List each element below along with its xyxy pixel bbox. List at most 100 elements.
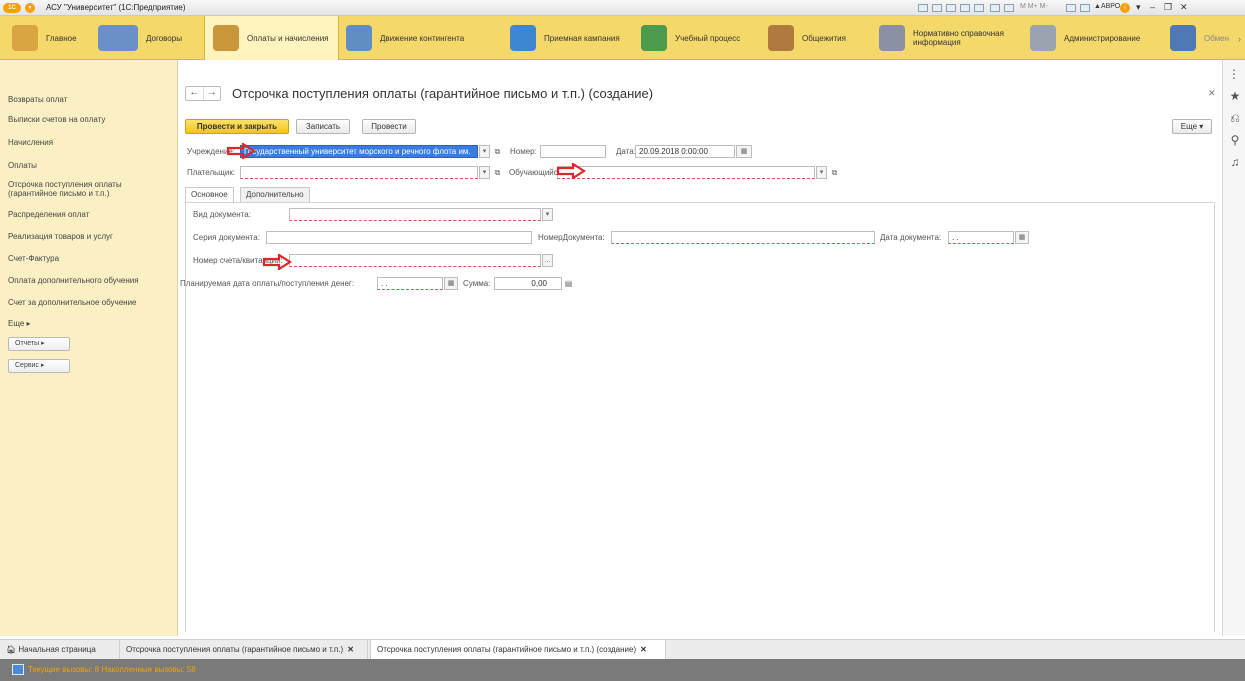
section-education[interactable]: Учебный процесс [641,16,756,60]
date-field[interactable]: 20.09.2018 0:00:00 [635,145,735,158]
open-windows-bar: 🏠︎ Начальная страница Отсрочка поступлен… [0,639,1245,659]
sum-calculator-icon[interactable]: ▤ [562,277,575,290]
number-field[interactable] [540,145,606,158]
nav-item-refunds[interactable]: Возвраты оплат [8,95,173,104]
minimize-icon[interactable]: – [1150,2,1155,12]
save-button[interactable]: Записать [296,119,350,134]
dropdown-icon[interactable]: ▾ [1136,2,1141,13]
date-calendar-icon[interactable]: ▦ [736,145,752,158]
payer-dropdown-icon[interactable]: ▾ [479,166,490,179]
doc-series-field[interactable] [266,231,532,244]
doc-date-field[interactable]: . . [948,231,1014,244]
nav-item-invoice[interactable]: Счет-Фактура [8,254,173,263]
bell-icon[interactable]: ♫ [1228,155,1242,169]
sections-scroll-right-icon[interactable]: › [1238,34,1241,44]
reports-button[interactable]: Отчеты ▸ [8,337,70,351]
student-dropdown-icon[interactable]: ▾ [816,166,827,179]
section-dormitory[interactable]: Общежития [768,16,863,60]
people-icon [346,25,372,51]
calculator-icon[interactable] [1004,4,1014,12]
section-contracts[interactable]: Договоры [98,16,198,60]
more-actions-button[interactable]: Еще ▾ [1172,119,1212,134]
institution-open-icon[interactable]: ⧉ [491,145,504,158]
service-button[interactable]: Сервис ▸ [8,359,70,373]
payer-label: Плательщик: [187,168,236,177]
abacus-icon [213,25,239,51]
close-tab-icon[interactable]: ✕ [347,645,354,654]
number-label: Номер: [510,147,537,156]
nav-more[interactable]: Еще ▸ [8,319,173,328]
calendar-icon[interactable] [990,4,1000,12]
handshake-icon [98,25,138,51]
section-reference[interactable]: Нормативно справочная информация [879,16,1014,60]
nav-item-distributions[interactable]: Распределения оплат [8,210,173,219]
1c-logo-icon: 1С [3,3,21,13]
invoice-select-icon[interactable]: … [542,254,553,267]
sum-field[interactable]: 0,00 [494,277,562,290]
info-icon[interactable]: i [1120,3,1130,13]
history-icon[interactable]: ⎌ [1228,111,1242,125]
open-tab-current[interactable]: Отсрочка поступления оплаты (гарантийное… [370,640,666,659]
sections-panel: Главное Договоры Оплаты и начисления Дви… [0,16,1245,60]
grid-menu-icon[interactable]: ⋮⋮ [1228,67,1245,81]
search-icon[interactable]: ⚲ [1228,133,1242,147]
tab-additional[interactable]: Дополнительно [240,187,310,202]
form-close-icon[interactable]: ✕ [1208,88,1216,99]
nav-item-extra-bill[interactable]: Счет за дополнительное обучение [8,298,173,307]
section-exchange[interactable]: Обмен [1170,16,1240,60]
planned-date-calendar-icon[interactable]: ▦ [444,277,458,290]
blackboard-icon [641,25,667,51]
section-admission[interactable]: Приемная кампания [510,16,630,60]
copy-icon[interactable] [974,4,984,12]
nav-item-payments[interactable]: Оплаты [8,161,173,170]
user-icon: ▲ [1094,3,1101,10]
window-title: АСУ "Университет" (1С:Предприятие) [46,3,186,12]
nav-item-sales[interactable]: Реализация товаров и услуг [8,232,173,241]
screen-icon[interactable] [1080,4,1090,12]
payer-open-icon[interactable]: ⧉ [491,166,504,179]
post-button[interactable]: Провести [362,119,416,134]
link-icon[interactable] [946,4,956,12]
history-nav[interactable]: ← → [185,86,221,101]
restore-icon[interactable]: ❐ [1164,2,1172,13]
forward-arrow-icon[interactable]: → [202,87,221,100]
section-navigation: Возвраты оплат Выписки счетов на оплату … [0,60,178,636]
invoice-field[interactable] [289,254,541,267]
doc-date-calendar-icon[interactable]: ▦ [1015,231,1029,244]
window-close-icon[interactable]: ✕ [1180,2,1188,13]
back-arrow-icon[interactable]: ← [186,87,203,100]
print-icon[interactable] [932,4,942,12]
student-open-icon[interactable]: ⧉ [828,166,841,179]
star-icon[interactable]: ★ [1228,89,1242,103]
section-payments[interactable]: Оплаты и начисления [204,16,339,60]
doc-type-label: Вид документа: [193,210,251,219]
student-field[interactable] [557,166,815,179]
payer-field[interactable] [240,166,478,179]
nav-item-statements[interactable]: Выписки счетов на оплату [8,115,173,124]
form-title: Отсрочка поступления оплаты (гарантийное… [232,86,654,101]
institution-dropdown-icon[interactable]: ▾ [479,145,490,158]
section-main[interactable]: Главное [12,16,92,60]
nav-item-deferral[interactable]: Отсрочка поступления оплаты (гарантийное… [8,180,158,198]
doc-number-field[interactable] [611,231,875,244]
institution-field[interactable]: Государственный университет морского и р… [240,145,478,158]
section-admin[interactable]: Администрирование [1030,16,1160,60]
user-name[interactable]: ▲АВРО [1094,3,1120,10]
close-tab-icon[interactable]: ✕ [640,645,647,654]
section-contingent[interactable]: Движение контингента [346,16,506,60]
doc-type-dropdown-icon[interactable]: ▾ [542,208,553,221]
open-tab-home[interactable]: 🏠︎ Начальная страница [0,640,120,659]
post-and-close-button[interactable]: Провести и закрыть [185,119,289,134]
main-menu-icon[interactable]: ▾ [25,3,35,13]
nav-item-extra-payment[interactable]: Оплата дополнительного обучения [8,276,173,285]
planned-date-field[interactable]: . . [377,277,443,290]
nav-item-accruals[interactable]: Начисления [8,138,173,147]
memory-buttons[interactable]: M M+ M- [1020,3,1048,10]
doc-type-field[interactable] [289,208,541,221]
zoom-icon[interactable] [1066,4,1076,12]
folder-icon[interactable] [918,4,928,12]
history-icon[interactable] [960,4,970,12]
open-tab-list[interactable]: Отсрочка поступления оплаты (гарантийное… [120,640,368,659]
tab-main[interactable]: Основное [185,187,234,203]
status-bar: Текущие вызовы: 8 Накопленные вызовы: 58 [0,659,1245,681]
